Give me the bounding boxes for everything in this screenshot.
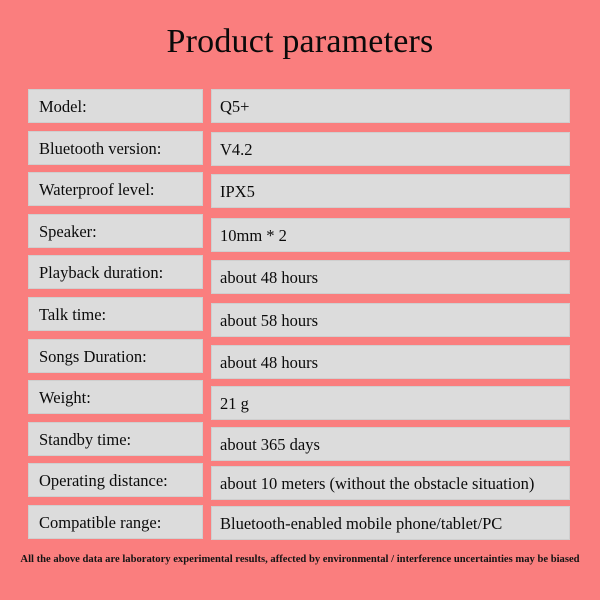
table-row: Weight: 21 g — [0, 380, 600, 422]
spec-label-cell: Weight: — [28, 380, 203, 415]
spec-value-cell: about 58 hours — [211, 303, 570, 337]
table-row: Playback duration: about 48 hours — [0, 255, 600, 297]
spec-label-cell: Model: — [28, 89, 203, 123]
spec-value-cell: 21 g — [211, 386, 570, 421]
spec-value-cell: about 10 meters (without the obstacle si… — [211, 466, 570, 501]
specification-table: Model: Q5+ Bluetooth version: V4.2 Waterproo… — [0, 0, 600, 560]
spec-label-cell: Standby time: — [28, 421, 203, 456]
spec-value-cell: 10mm * 2 — [211, 217, 570, 252]
spec-label-cell: Operating distance: — [28, 463, 203, 498]
table-row: Waterproof level: IPX5 — [0, 172, 600, 214]
spec-label-cell: Songs Duration: — [28, 338, 203, 373]
spec-value-cell: Q5+ — [211, 89, 570, 123]
spec-value-cell: about 365 days — [211, 426, 570, 461]
spec-label-cell: Playback duration: — [28, 255, 203, 290]
table-row: Standby time: about 365 days — [0, 421, 600, 464]
table-row: Model: Q5+ — [0, 89, 600, 131]
footer-disclaimer: All the above data are laboratory experi… — [20, 554, 580, 565]
spec-label-cell: Speaker: — [28, 213, 203, 248]
spec-value-cell: about 48 hours — [211, 260, 570, 295]
product-parameters-page: Product parameters Model: Q5+ Bluetooth ve… — [0, 0, 600, 600]
spec-label-cell: Waterproof level: — [28, 172, 203, 207]
table-row: Bluetooth version: V4.2 — [0, 130, 600, 173]
spec-label-cell: Compatible range: — [28, 505, 203, 539]
spec-label-cell: Bluetooth version: — [28, 130, 203, 165]
spec-label-cell: Talk time: — [28, 297, 203, 331]
spec-value-cell: IPX5 — [211, 174, 570, 209]
spec-value-cell: Bluetooth-enabled mobile phone/tablet/PC — [211, 506, 570, 540]
spec-value-cell: about 48 hours — [211, 344, 570, 379]
table-row: Songs Duration: about 48 hours — [0, 338, 600, 381]
table-row: Operating distance: about 10 meters (with… — [0, 463, 600, 505]
table-row: Speaker: 10mm * 2 — [0, 213, 600, 256]
table-row: Talk time: about 58 hours — [0, 297, 600, 339]
table-row: Compatible range: Bluetooth-enabled mobil… — [0, 505, 600, 547]
spec-value-cell: V4.2 — [211, 131, 570, 166]
